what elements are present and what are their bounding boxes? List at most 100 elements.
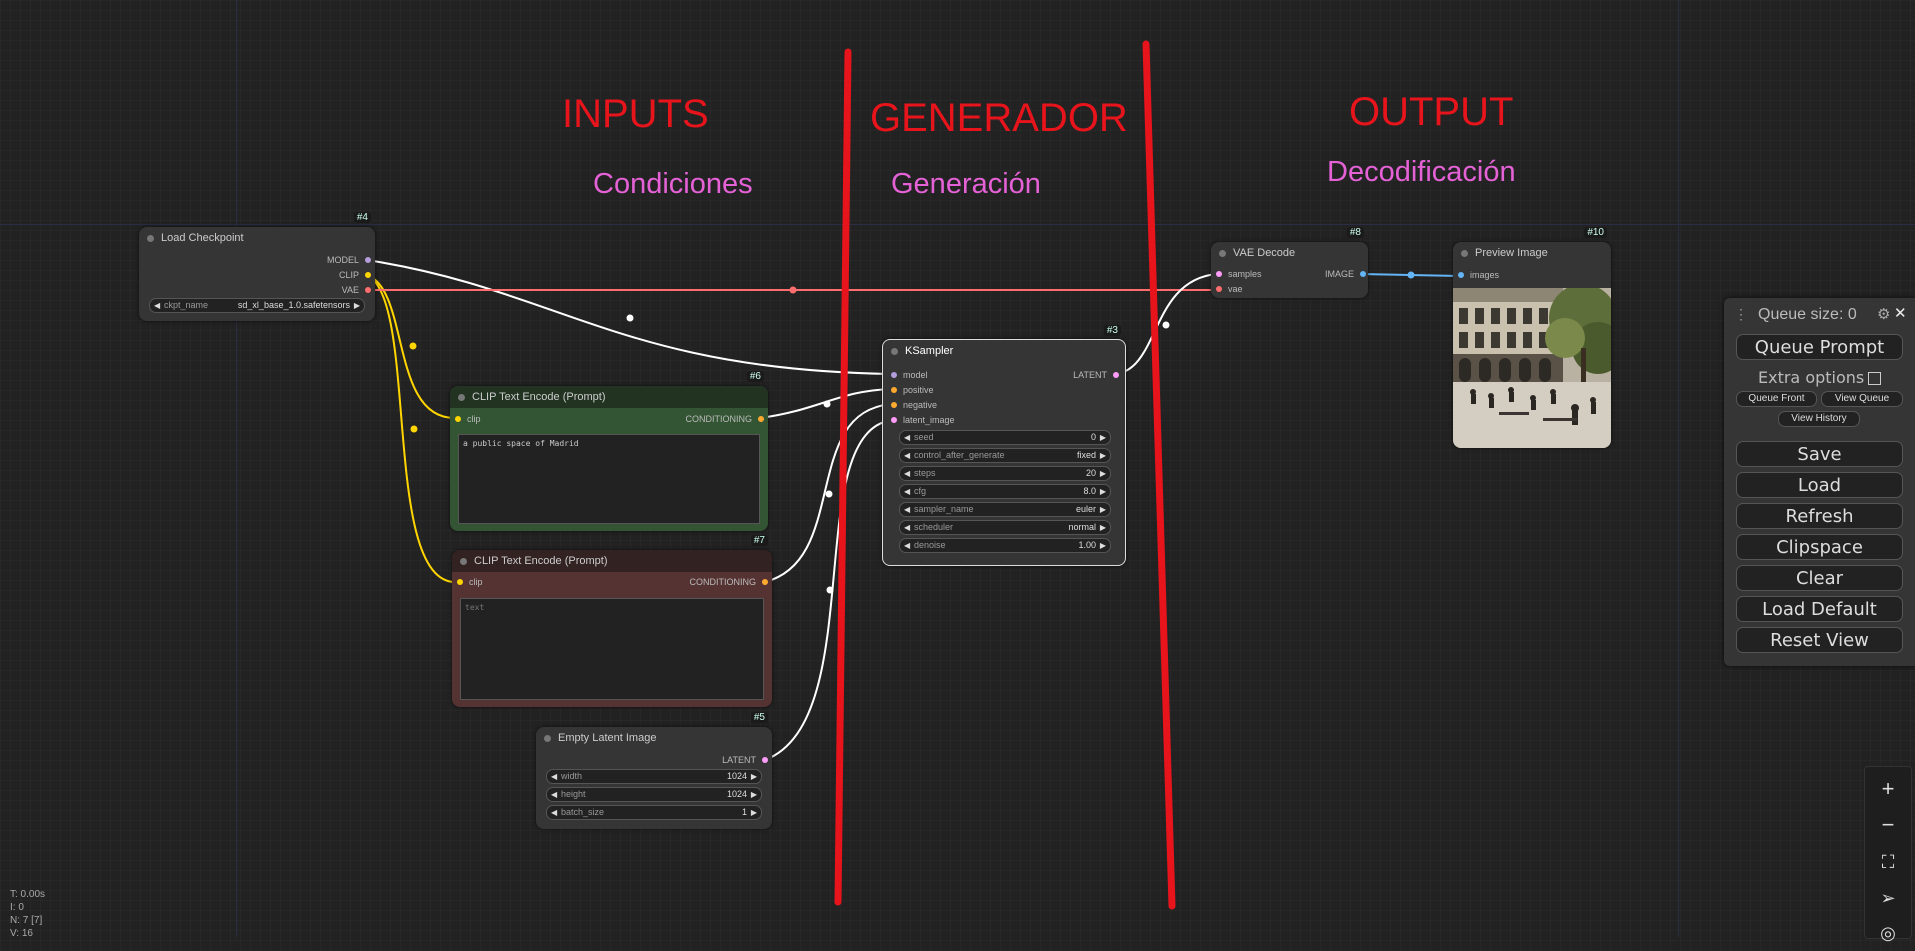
collapse-dot-icon[interactable] bbox=[147, 235, 154, 242]
arrow-right-icon[interactable]: ▶ bbox=[1100, 485, 1106, 498]
arrow-left-icon[interactable]: ◀ bbox=[904, 449, 910, 462]
node-title[interactable]: Empty Latent Image bbox=[536, 727, 772, 749]
queue-prompt-button[interactable]: Queue Prompt bbox=[1736, 334, 1903, 360]
arrow-left-icon[interactable]: ◀ bbox=[904, 539, 910, 552]
prompt-textarea[interactable] bbox=[458, 434, 760, 524]
queue-front-button[interactable]: Queue Front bbox=[1736, 391, 1817, 407]
node-title[interactable]: Preview Image bbox=[1453, 242, 1611, 264]
input-slot-positive[interactable]: positive bbox=[891, 383, 934, 397]
zoom-in-icon[interactable]: + bbox=[1865, 771, 1911, 807]
widget-sampler-name[interactable]: ◀ sampler_name euler ▶ bbox=[899, 502, 1111, 517]
node-title[interactable]: CLIP Text Encode (Prompt) bbox=[452, 550, 772, 572]
arrow-right-icon[interactable]: ▶ bbox=[1100, 467, 1106, 480]
prompt-textarea[interactable] bbox=[460, 598, 764, 700]
node-empty-latent-image[interactable]: #5 Empty Latent Image LATENT ◀ width 1024 ▶… bbox=[536, 712, 772, 829]
extra-options-checkbox[interactable] bbox=[1868, 372, 1882, 385]
collapse-dot-icon[interactable] bbox=[1461, 250, 1468, 257]
slot-dot-icon[interactable] bbox=[365, 287, 371, 293]
widget-scheduler[interactable]: ◀ scheduler normal ▶ bbox=[899, 520, 1111, 535]
clear-button[interactable]: Clear bbox=[1736, 565, 1903, 591]
save-button[interactable]: Save bbox=[1736, 441, 1903, 467]
reset-view-button[interactable]: Reset View bbox=[1736, 627, 1903, 653]
arrow-left-icon[interactable]: ◀ bbox=[904, 467, 910, 480]
arrow-right-icon[interactable]: ▶ bbox=[1100, 539, 1106, 552]
arrow-left-icon[interactable]: ◀ bbox=[904, 431, 910, 444]
widget-seed[interactable]: ◀ seed 0 ▶ bbox=[899, 430, 1111, 445]
input-slot-model[interactable]: model bbox=[891, 368, 928, 382]
output-slot-latent[interactable]: LATENT bbox=[1073, 368, 1119, 382]
output-slot-model[interactable]: MODEL bbox=[327, 253, 371, 267]
output-slot-conditioning[interactable]: CONDITIONING bbox=[686, 412, 764, 426]
widget-width[interactable]: ◀ width 1024 ▶ bbox=[546, 769, 762, 784]
view-queue-button[interactable]: View Queue bbox=[1821, 391, 1903, 407]
widget-denoise[interactable]: ◀ denoise 1.00 ▶ bbox=[899, 538, 1111, 553]
slot-dot-icon[interactable] bbox=[365, 257, 371, 263]
arrow-right-icon[interactable]: ▶ bbox=[1100, 449, 1106, 462]
slot-dot-icon[interactable] bbox=[365, 272, 371, 278]
arrow-right-icon[interactable]: ▶ bbox=[751, 770, 757, 783]
widget-ckpt-name[interactable]: ◀ ckpt_name sd_xl_base_1.0.safetensors ▶ bbox=[149, 298, 365, 313]
gear-icon[interactable]: ⚙ bbox=[1877, 305, 1890, 323]
node-ksampler[interactable]: #3 KSampler model positive negative late… bbox=[882, 325, 1126, 566]
output-slot-vae[interactable]: VAE bbox=[342, 283, 371, 297]
node-title[interactable]: Load Checkpoint bbox=[139, 227, 375, 249]
drag-handle-icon[interactable]: ⋮ bbox=[1734, 306, 1748, 323]
input-slot-images[interactable]: images bbox=[1458, 268, 1499, 282]
input-slot-latent-image[interactable]: latent_image bbox=[891, 413, 955, 427]
input-slot-vae[interactable]: vae bbox=[1216, 282, 1243, 296]
slot-dot-icon[interactable] bbox=[762, 757, 768, 763]
node-vae-decode[interactable]: #8 VAE Decode samples vae IMAGE bbox=[1211, 227, 1368, 298]
collapse-dot-icon[interactable] bbox=[891, 348, 898, 355]
clipspace-button[interactable]: Clipspace bbox=[1736, 534, 1903, 560]
arrow-left-icon[interactable]: ◀ bbox=[551, 788, 557, 801]
node-load-checkpoint[interactable]: #4 Load Checkpoint MODEL CLIP VAE ◀ ckpt… bbox=[139, 212, 375, 321]
arrow-right-icon[interactable]: ▶ bbox=[751, 806, 757, 819]
close-icon[interactable]: ✕ bbox=[1894, 304, 1907, 322]
input-slot-clip[interactable]: clip bbox=[455, 412, 481, 426]
load-default-button[interactable]: Load Default bbox=[1736, 596, 1903, 622]
slot-dot-icon[interactable] bbox=[891, 417, 897, 423]
widget-steps[interactable]: ◀ steps 20 ▶ bbox=[899, 466, 1111, 481]
slot-dot-icon[interactable] bbox=[1458, 272, 1464, 278]
collapse-dot-icon[interactable] bbox=[1219, 250, 1226, 257]
widget-control-after-generate[interactable]: ◀ control_after_generate fixed ▶ bbox=[899, 448, 1111, 463]
slot-dot-icon[interactable] bbox=[1360, 271, 1366, 277]
arrow-left-icon[interactable]: ◀ bbox=[551, 806, 557, 819]
extra-options-toggle[interactable]: Extra options bbox=[1758, 368, 1882, 387]
send-icon[interactable]: ➢ bbox=[1865, 880, 1911, 916]
node-title[interactable]: KSampler bbox=[883, 340, 1125, 362]
arrow-right-icon[interactable]: ▶ bbox=[354, 299, 360, 312]
widget-cfg[interactable]: ◀ cfg 8.0 ▶ bbox=[899, 484, 1111, 499]
slot-dot-icon[interactable] bbox=[1216, 271, 1222, 277]
collapse-dot-icon[interactable] bbox=[458, 394, 465, 401]
output-slot-latent[interactable]: LATENT bbox=[722, 753, 768, 767]
slot-dot-icon[interactable] bbox=[758, 416, 764, 422]
node-title[interactable]: VAE Decode bbox=[1211, 242, 1368, 264]
arrow-right-icon[interactable]: ▶ bbox=[1100, 431, 1106, 444]
slot-dot-icon[interactable] bbox=[1216, 286, 1222, 292]
widget-batch-size[interactable]: ◀ batch_size 1 ▶ bbox=[546, 805, 762, 820]
output-slot-image[interactable]: IMAGE bbox=[1325, 267, 1366, 281]
arrow-left-icon[interactable]: ◀ bbox=[904, 485, 910, 498]
slot-dot-icon[interactable] bbox=[1113, 372, 1119, 378]
load-button[interactable]: Load bbox=[1736, 472, 1903, 498]
node-clip-text-encode-negative[interactable]: #7 CLIP Text Encode (Prompt) clip CONDIT… bbox=[452, 535, 772, 707]
output-slot-clip[interactable]: CLIP bbox=[339, 268, 371, 282]
slot-dot-icon[interactable] bbox=[457, 579, 463, 585]
slot-dot-icon[interactable] bbox=[891, 372, 897, 378]
arrow-left-icon[interactable]: ◀ bbox=[904, 521, 910, 534]
output-slot-conditioning[interactable]: CONDITIONING bbox=[690, 575, 768, 589]
input-slot-clip[interactable]: clip bbox=[457, 575, 483, 589]
slot-dot-icon[interactable] bbox=[891, 402, 897, 408]
arrow-left-icon[interactable]: ◀ bbox=[551, 770, 557, 783]
widget-height[interactable]: ◀ height 1024 ▶ bbox=[546, 787, 762, 802]
arrow-left-icon[interactable]: ◀ bbox=[904, 503, 910, 516]
collapse-dot-icon[interactable] bbox=[544, 735, 551, 742]
target-icon[interactable]: ◎ bbox=[1865, 915, 1911, 951]
slot-dot-icon[interactable] bbox=[455, 416, 461, 422]
fit-view-icon[interactable]: ⛶ bbox=[1865, 844, 1911, 880]
arrow-right-icon[interactable]: ▶ bbox=[1100, 521, 1106, 534]
slot-dot-icon[interactable] bbox=[762, 579, 768, 585]
node-clip-text-encode-positive[interactable]: #6 CLIP Text Encode (Prompt) clip CONDIT… bbox=[450, 371, 768, 531]
view-history-button[interactable]: View History bbox=[1778, 411, 1860, 427]
